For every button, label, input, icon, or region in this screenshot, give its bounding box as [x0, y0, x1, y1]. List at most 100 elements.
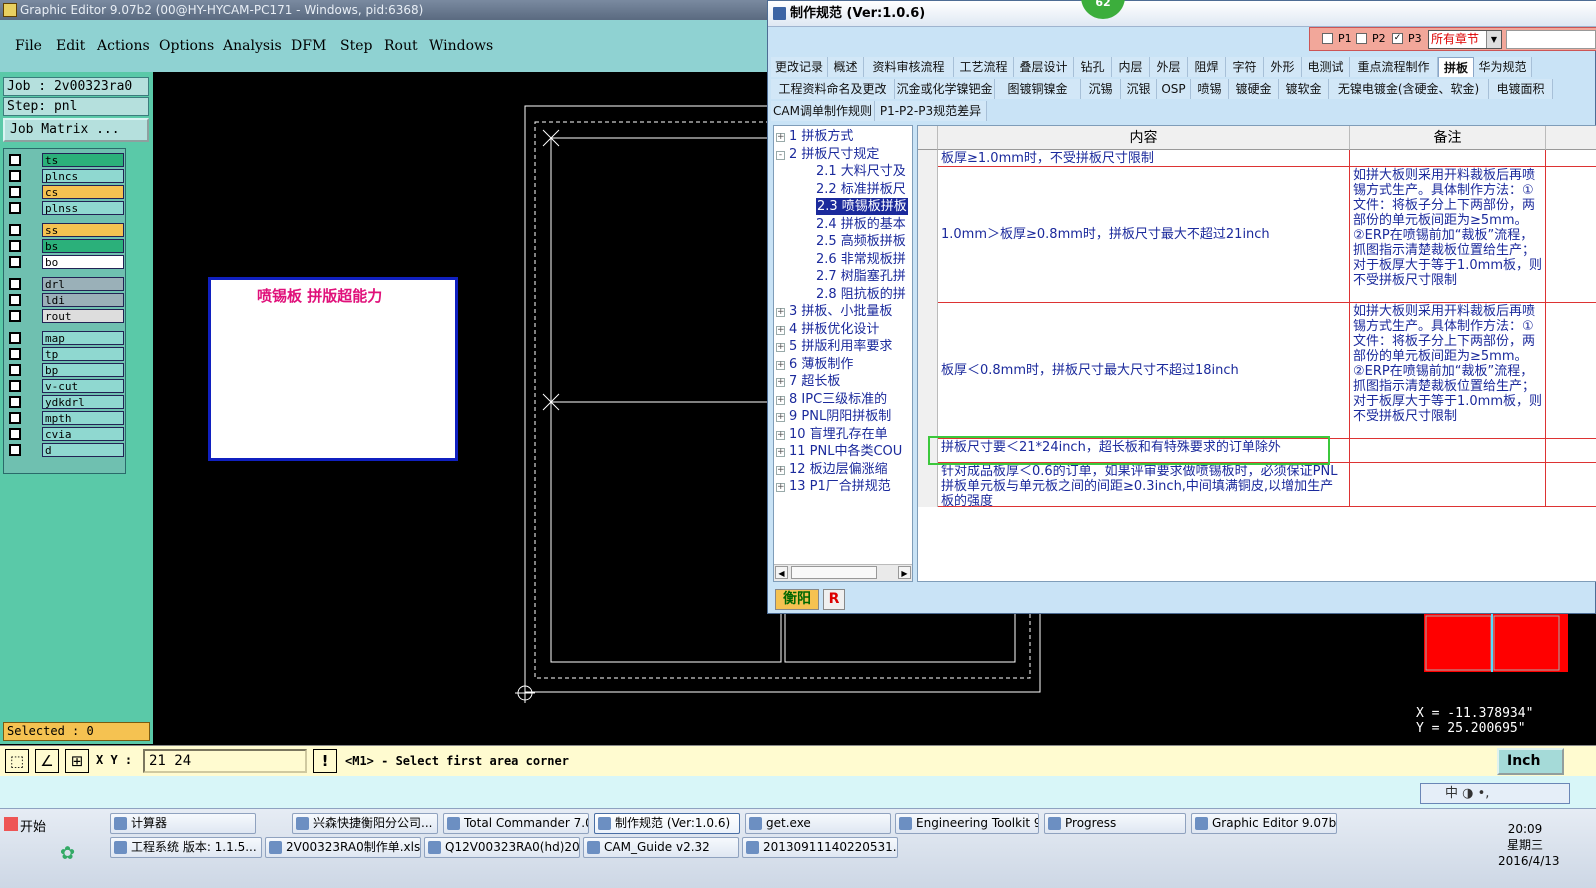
- layer-name[interactable]: drl: [42, 277, 124, 291]
- tab-item[interactable]: 资料审核流程: [864, 57, 954, 77]
- taskbar-item[interactable]: get.exe: [745, 813, 891, 834]
- layer-row[interactable]: ydkdrl: [7, 395, 125, 409]
- tree-node[interactable]: +1 拼板方式: [776, 128, 853, 145]
- taskbar-item[interactable]: Progress: [1044, 813, 1186, 834]
- job-matrix-button[interactable]: Job Matrix ...: [3, 118, 149, 142]
- tab-item[interactable]: 拼板: [1438, 57, 1474, 77]
- row-header[interactable]: [918, 463, 938, 507]
- layer-row[interactable]: ts: [7, 153, 125, 167]
- layer-name[interactable]: rout: [42, 309, 124, 323]
- layer-name[interactable]: cs: [42, 185, 124, 199]
- cell-extra[interactable]: [1546, 167, 1596, 303]
- tree-child[interactable]: 2.6 非常规板拼: [816, 251, 906, 268]
- layer-row[interactable]: ldi: [7, 293, 125, 307]
- apps-icon[interactable]: ✿: [60, 843, 75, 864]
- layer-checkbox[interactable]: [9, 294, 21, 306]
- layer-name[interactable]: v-cut: [42, 379, 124, 393]
- layer-row[interactable]: plnss: [7, 201, 125, 215]
- start-button[interactable]: 开始 ✿: [2, 815, 98, 885]
- tree-child[interactable]: 2.5 高频板拼板: [816, 233, 906, 250]
- menu-step[interactable]: Step: [340, 38, 372, 54]
- layer-name[interactable]: ldi: [42, 293, 124, 307]
- layer-checkbox[interactable]: [9, 154, 21, 166]
- tree-hscrollbar[interactable]: ◀ ▶: [774, 564, 912, 581]
- layer-row[interactable]: map: [7, 331, 125, 345]
- tree-node[interactable]: +12 板边层偏涨缩: [776, 461, 888, 478]
- tab-item[interactable]: OSP: [1157, 79, 1191, 99]
- expand-icon[interactable]: +: [776, 448, 785, 457]
- site-button[interactable]: 衡阳: [775, 589, 819, 610]
- layer-name[interactable]: d: [42, 443, 124, 457]
- ime-toolbar[interactable]: 中 ◑ •,: [1420, 783, 1570, 804]
- layer-name[interactable]: plnss: [42, 201, 124, 215]
- cell-content[interactable]: 板厚≥1.0mm时，不受拼板尺寸限制: [938, 150, 1350, 167]
- chapter-select[interactable]: 所有章节 ▼: [1428, 30, 1502, 49]
- layer-row[interactable]: rout: [7, 309, 125, 323]
- search-input[interactable]: [1506, 30, 1596, 49]
- filter-p3[interactable]: ✓ P3: [1392, 32, 1422, 46]
- snap-grid-icon[interactable]: ⊞: [65, 749, 89, 773]
- layer-checkbox[interactable]: [9, 170, 21, 182]
- layer-checkbox[interactable]: [9, 444, 21, 456]
- layer-checkbox[interactable]: [9, 412, 21, 424]
- tab-item[interactable]: 图镀铜镍金: [995, 79, 1081, 99]
- layer-checkbox[interactable]: [9, 310, 21, 322]
- cell-extra[interactable]: [1546, 439, 1596, 463]
- tree-child[interactable]: 2.7 树脂塞孔拼: [816, 268, 906, 285]
- tab-item[interactable]: 沉金或化学镍钯金: [895, 79, 995, 99]
- row-header[interactable]: [918, 303, 938, 439]
- expand-icon[interactable]: +: [776, 483, 785, 492]
- taskbar-item[interactable]: 制作规范 (Ver:1.0.6): [594, 813, 740, 834]
- scroll-right-icon[interactable]: ▶: [898, 566, 911, 579]
- tab-item[interactable]: 字符: [1226, 57, 1264, 77]
- layer-name[interactable]: tp: [42, 347, 124, 361]
- taskbar-item[interactable]: 20130911140220531.rtf...: [742, 837, 898, 858]
- tab-item[interactable]: P1-P2-P3规范差异: [875, 101, 987, 121]
- tree-child[interactable]: 2.8 阻抗板的拼: [816, 286, 906, 303]
- tab-item[interactable]: 喷锡: [1191, 79, 1229, 99]
- taskbar-item[interactable]: 2V00323RA0制作单.xls ...: [265, 837, 421, 858]
- tab-item[interactable]: 工艺流程: [954, 57, 1014, 77]
- taskbar-item[interactable]: 工程系统 版本: 1.1.5...: [110, 837, 262, 858]
- cell-remark[interactable]: [1350, 439, 1546, 463]
- taskbar-item[interactable]: Total Commander 7.0 ...: [443, 813, 589, 834]
- tree-node[interactable]: +11 PNL中各类COU: [776, 443, 902, 460]
- tab-item[interactable]: 外形: [1264, 57, 1302, 77]
- tab-item[interactable]: 叠层设计: [1014, 57, 1074, 77]
- tree-node[interactable]: +13 P1厂合拼规范: [776, 478, 891, 495]
- tab-item[interactable]: 镀软金: [1279, 79, 1329, 99]
- layer-row[interactable]: bp: [7, 363, 125, 377]
- zoom-area-icon[interactable]: ⬚: [5, 749, 29, 773]
- menu-analysis[interactable]: Analysis: [223, 38, 282, 54]
- layer-name[interactable]: map: [42, 331, 124, 345]
- tab-item[interactable]: CAM调单制作规则: [771, 101, 875, 121]
- tab-item[interactable]: 无镍电镀金(含硬金、软金): [1329, 79, 1489, 99]
- cell-remark[interactable]: 如拼大板则采用开料裁板后再喷锡方式生产。具体制作方法：①文件：将板子分上下两部份…: [1350, 167, 1546, 303]
- menu-windows[interactable]: Windows: [429, 38, 493, 54]
- tree-child[interactable]: 2.2 标准拼板尺: [816, 181, 906, 198]
- tree-node[interactable]: +10 盲埋孔存在单: [776, 426, 888, 443]
- layer-checkbox[interactable]: [9, 348, 21, 360]
- tree-child[interactable]: 2.3 喷锡板拼板: [816, 198, 908, 215]
- layer-checkbox[interactable]: [9, 224, 21, 236]
- tab-item[interactable]: 概述: [828, 57, 864, 77]
- layer-name[interactable]: cvia: [42, 427, 124, 441]
- layer-row[interactable]: d: [7, 443, 125, 457]
- layer-checkbox[interactable]: [9, 364, 21, 376]
- layer-checkbox[interactable]: [9, 380, 21, 392]
- layer-row[interactable]: plncs: [7, 169, 125, 183]
- expand-icon[interactable]: +: [776, 430, 785, 440]
- layer-row[interactable]: mpth: [7, 411, 125, 425]
- alert-icon[interactable]: !: [313, 749, 337, 773]
- collapse-icon[interactable]: -: [776, 150, 785, 160]
- menu-actions[interactable]: Actions: [97, 38, 150, 54]
- taskbar-item[interactable]: Q12V00323RA0(hd)201...: [424, 837, 580, 858]
- cell-content[interactable]: 1.0mm＞板厚≥0.8mm时，拼板尺寸最大不超过21inch: [938, 167, 1350, 303]
- taskbar-item[interactable]: Graphic Editor 9.07b2 (...: [1191, 813, 1337, 834]
- layer-checkbox[interactable]: [9, 396, 21, 408]
- tab-item[interactable]: 阻焊: [1188, 57, 1226, 77]
- cell-content[interactable]: 板厚＜0.8mm时，拼板尺寸最大尺寸不超过18inch: [938, 303, 1350, 439]
- expand-icon[interactable]: +: [776, 133, 785, 142]
- layer-row[interactable]: v-cut: [7, 379, 125, 393]
- unit-button[interactable]: Inch: [1497, 748, 1564, 775]
